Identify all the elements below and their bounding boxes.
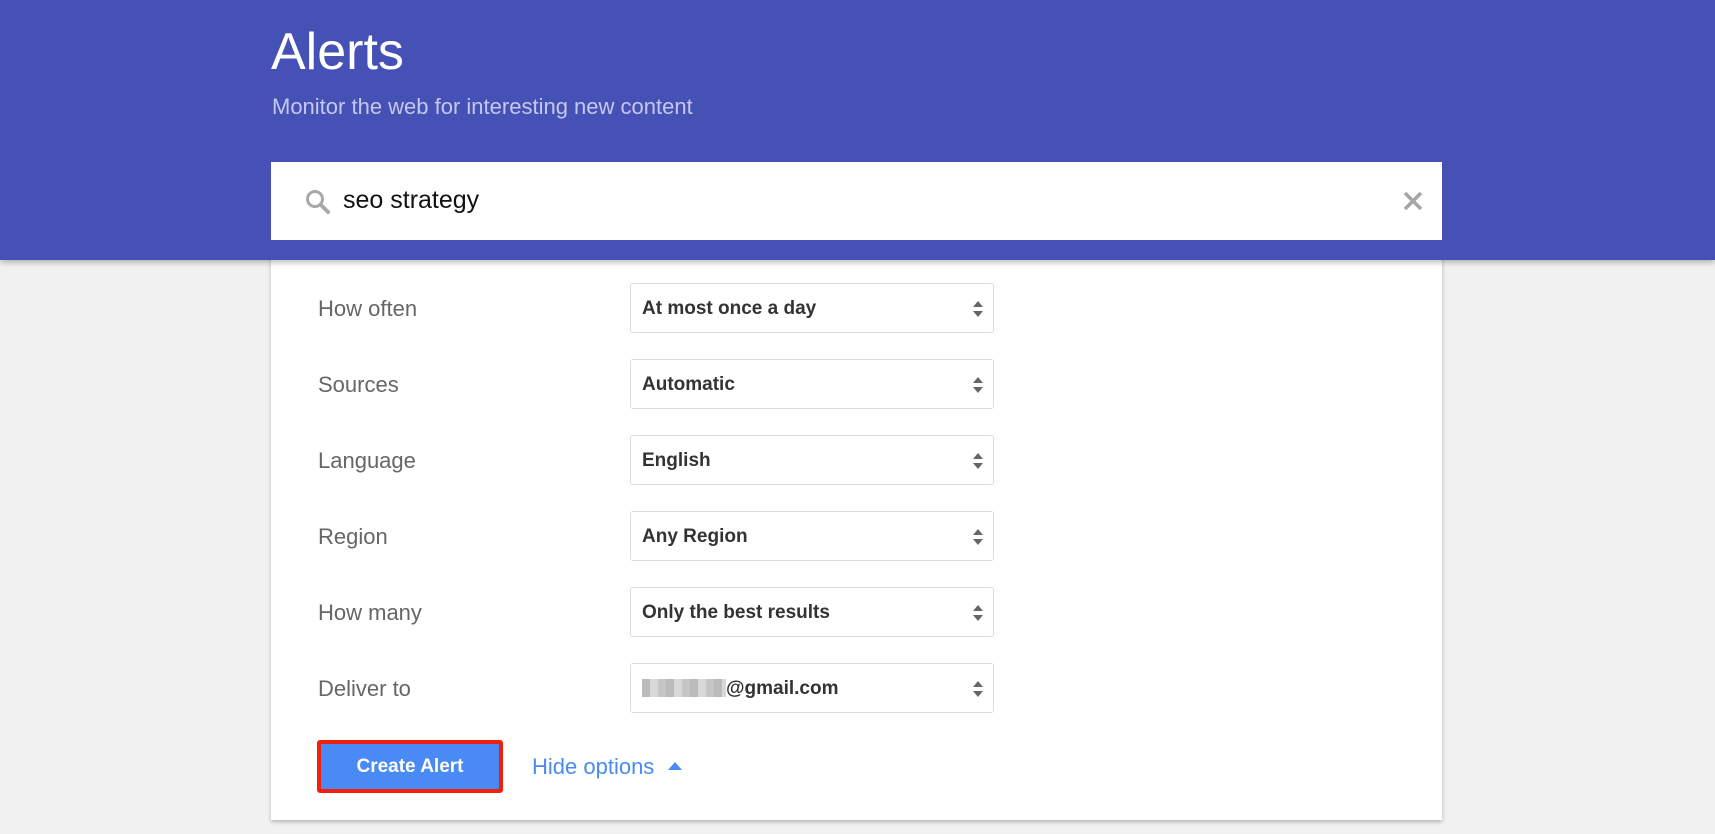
option-row-sources: Sources Automatic xyxy=(318,359,1018,409)
redacted-email-blur xyxy=(642,679,726,697)
region-select[interactable]: Any Region xyxy=(630,511,994,561)
language-select[interactable]: English xyxy=(630,435,994,485)
alert-options-card: How often At most once a day Sources Aut… xyxy=(271,240,1442,820)
select-value: @gmail.com xyxy=(642,678,839,700)
close-icon[interactable] xyxy=(1402,190,1424,212)
email-domain: @gmail.com xyxy=(726,678,839,699)
option-row-deliver-to: Deliver to @gmail.com xyxy=(318,663,1018,713)
option-label: How many xyxy=(318,600,422,625)
sources-select[interactable]: Automatic xyxy=(630,359,994,409)
search-box xyxy=(271,162,1442,240)
search-icon xyxy=(306,190,330,214)
option-label: How often xyxy=(318,296,418,321)
option-row-how-often: How often At most once a day xyxy=(318,283,1018,333)
select-value: At most once a day xyxy=(642,298,817,319)
option-label: Language xyxy=(318,448,416,473)
option-row-language: Language English xyxy=(318,435,1018,485)
triangle-up-icon xyxy=(668,762,683,770)
select-value: Automatic xyxy=(642,374,735,395)
deliver-to-select[interactable]: @gmail.com xyxy=(630,663,994,713)
select-value: English xyxy=(642,450,711,471)
up-down-arrows-icon xyxy=(973,681,983,697)
select-value: Only the best results xyxy=(642,602,830,623)
page-title: Alerts xyxy=(271,23,404,81)
option-row-how-many: How many Only the best results xyxy=(318,587,1018,637)
option-label: Region xyxy=(318,524,388,549)
hide-options-label: Hide options xyxy=(532,754,655,779)
create-alert-button[interactable]: Create Alert xyxy=(317,740,503,793)
option-label: Sources xyxy=(318,372,399,397)
up-down-arrows-icon xyxy=(973,377,983,393)
up-down-arrows-icon xyxy=(973,605,983,621)
how-often-select[interactable]: At most once a day xyxy=(630,283,994,333)
option-row-region: Region Any Region xyxy=(318,511,1018,561)
option-label: Deliver to xyxy=(318,676,411,701)
select-value: Any Region xyxy=(642,526,748,547)
up-down-arrows-icon xyxy=(973,301,983,317)
up-down-arrows-icon xyxy=(973,529,983,545)
page-subtitle: Monitor the web for interesting new cont… xyxy=(272,94,693,119)
search-input[interactable] xyxy=(343,178,1343,222)
how-many-select[interactable]: Only the best results xyxy=(630,587,994,637)
hide-options-link[interactable]: Hide options xyxy=(532,754,683,780)
up-down-arrows-icon xyxy=(973,453,983,469)
